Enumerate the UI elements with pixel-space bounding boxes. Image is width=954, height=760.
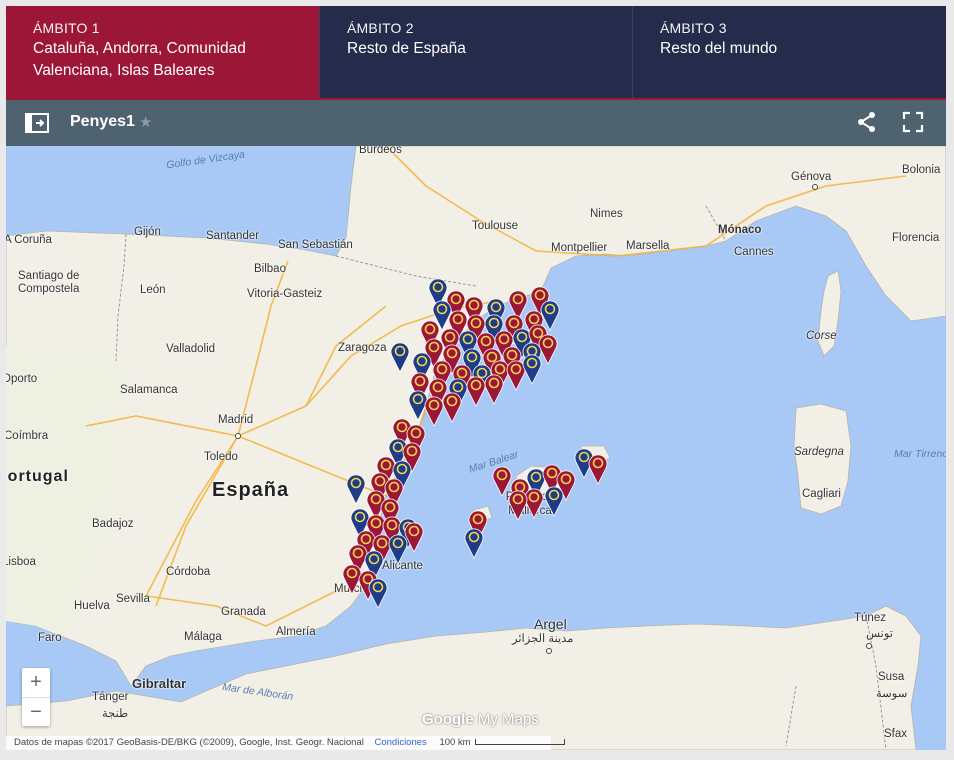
penya-marker[interactable] bbox=[442, 392, 462, 423]
penya-marker[interactable] bbox=[492, 466, 512, 497]
tab-title: Resto del mundo bbox=[660, 40, 778, 57]
penyes-markers[interactable] bbox=[6, 146, 946, 750]
penya-marker[interactable] bbox=[544, 486, 564, 517]
penya-marker[interactable] bbox=[484, 374, 504, 405]
penya-marker[interactable] bbox=[408, 390, 428, 421]
zoom-control: + − bbox=[22, 668, 50, 726]
map-attribution: Datos de mapas ©2017 GeoBasis-DE/BKG (©2… bbox=[6, 736, 565, 750]
tab-kicker: ÁMBITO 3 bbox=[660, 20, 727, 36]
penya-marker[interactable] bbox=[368, 578, 388, 609]
zoom-in-button[interactable]: + bbox=[22, 668, 50, 698]
zoom-out-button[interactable]: − bbox=[22, 698, 50, 727]
penya-marker[interactable] bbox=[508, 490, 528, 521]
scale-label: 100 km bbox=[439, 737, 471, 748]
penya-marker[interactable] bbox=[506, 360, 526, 391]
fullscreen-icon[interactable] bbox=[902, 111, 924, 133]
tab-title: Cataluña, Andorra, Comunidad Valenciana,… bbox=[33, 40, 246, 79]
penya-marker[interactable] bbox=[424, 396, 444, 427]
attribution-text: Datos de mapas ©2017 GeoBasis-DE/BKG (©2… bbox=[14, 737, 364, 748]
tab-kicker: ÁMBITO 2 bbox=[347, 20, 414, 36]
google-mymaps-logo: Google My Maps bbox=[422, 711, 539, 728]
terms-link[interactable]: Condiciones bbox=[375, 737, 427, 748]
penya-marker[interactable] bbox=[466, 376, 486, 407]
penya-marker[interactable] bbox=[388, 534, 408, 565]
region-tabs: ÁMBITO 1 Cataluña, Andorra, Comunidad Va… bbox=[6, 6, 946, 100]
tab-ambito-1[interactable]: ÁMBITO 1 Cataluña, Andorra, Comunidad Va… bbox=[6, 6, 319, 100]
penya-marker[interactable] bbox=[540, 300, 560, 331]
penya-marker[interactable] bbox=[346, 474, 366, 505]
share-icon[interactable] bbox=[856, 111, 878, 133]
penya-marker[interactable] bbox=[538, 334, 558, 365]
map-title: Penyes1 bbox=[70, 113, 135, 130]
tab-kicker: ÁMBITO 1 bbox=[33, 20, 100, 36]
google-logo: Google bbox=[422, 711, 474, 728]
tab-ambito-2[interactable]: ÁMBITO 2 Resto de España bbox=[319, 6, 632, 100]
penya-marker[interactable] bbox=[390, 342, 410, 373]
penya-marker[interactable] bbox=[522, 354, 542, 385]
map-toolbar: Penyes1 ★ bbox=[6, 100, 946, 146]
penya-marker[interactable] bbox=[524, 488, 544, 519]
map-embed: ÁMBITO 1 Cataluña, Andorra, Comunidad Va… bbox=[6, 6, 946, 750]
star-icon[interactable]: ★ bbox=[139, 113, 152, 131]
tab-ambito-3[interactable]: ÁMBITO 3 Resto del mundo bbox=[632, 6, 946, 100]
scale-bar bbox=[474, 739, 565, 746]
penya-marker[interactable] bbox=[464, 528, 484, 559]
mymaps-logo: My Maps bbox=[477, 711, 539, 728]
penya-marker[interactable] bbox=[588, 454, 608, 485]
legend-toggle-icon[interactable] bbox=[24, 112, 50, 134]
map-canvas[interactable]: Golfo de Vizcaya Mar Balear Mar de Albor… bbox=[6, 146, 946, 750]
penya-marker[interactable] bbox=[342, 564, 362, 595]
tab-title: Resto de España bbox=[347, 40, 466, 57]
